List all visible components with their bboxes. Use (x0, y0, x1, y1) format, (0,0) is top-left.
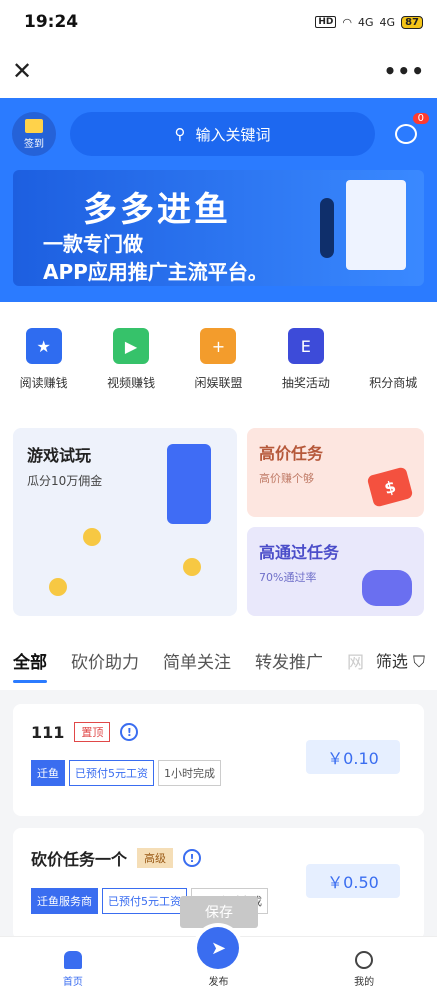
task-tag: 已预付5元工资 (102, 888, 187, 914)
person-illustration (320, 198, 334, 258)
message-icon (395, 124, 417, 144)
tab-share[interactable]: 转发推广 (255, 648, 323, 673)
category-tabs: 全部 砍价助力 简单关注 转发推广 网 筛选 ⛉ (0, 630, 437, 690)
search-placeholder: 输入关键词 (195, 125, 271, 144)
coin-icon (49, 578, 67, 596)
search-input[interactable]: ⚲ 输入关键词 (70, 112, 375, 156)
card-title: 高价任务 (259, 444, 324, 463)
send-icon: ➤ (197, 927, 240, 969)
task-title: 砍价任务一个 (31, 850, 128, 869)
mall-icon (375, 328, 412, 364)
high-pass-card[interactable]: 高通过任务 70%通过率 (247, 527, 424, 616)
search-row: 签到 ⚲ 输入关键词 0 (0, 98, 437, 156)
banner-line2: APP应用推广主流平台。 (43, 260, 268, 284)
more-icon[interactable]: ••• (384, 59, 425, 83)
coin-icon (83, 528, 101, 546)
shortcut-label: 积分商城 (369, 376, 418, 390)
tab-follow[interactable]: 简单关注 (163, 648, 231, 673)
calendar-icon (25, 118, 43, 133)
task-header: 111 置顶 ! (31, 722, 406, 742)
status-bar: 19:24 HD ◠ 4G 4G 87 (0, 0, 437, 44)
hd-icon: HD (315, 16, 337, 28)
task-tag: 迁鱼服务商 (31, 888, 98, 914)
task-title: 111 (31, 722, 65, 742)
tv-icon: ▶ (113, 328, 150, 364)
tab-home[interactable]: 首页 (33, 951, 113, 988)
user-icon (355, 951, 374, 969)
shortcut-label: 视频赚钱 (107, 376, 156, 390)
shortcut-video[interactable]: ▶ 视频赚钱 (91, 328, 171, 420)
close-icon[interactable]: ✕ (12, 57, 32, 85)
card-title: 高通过任务 (259, 543, 340, 562)
filter-button[interactable]: 筛选 ⛉ (369, 648, 425, 672)
task-tag: 迁鱼 (31, 760, 65, 786)
tab-home-label: 首页 (62, 977, 83, 988)
tab-publish[interactable]: ➤ 发布 (178, 927, 258, 988)
status-icons: HD ◠ 4G 4G 87 (315, 15, 423, 29)
signin-label: 签到 (24, 138, 44, 150)
pinned-badge: 置顶 (74, 722, 111, 742)
banner-title: 多多进鱼 (83, 190, 231, 230)
shortcut-leisure[interactable]: + 闲娱联盟 (178, 328, 258, 420)
banner-line1: 一款专门做 (43, 232, 143, 256)
card-column: 高价任务 高价赚个够 $ 高通过任务 70%通过率 (247, 428, 424, 622)
shortcut-label: 闲娱联盟 (194, 376, 243, 390)
gamepad-icon: + (200, 328, 237, 364)
info-icon[interactable]: ! (183, 849, 202, 867)
tab-more[interactable]: 网 (347, 648, 364, 673)
promo-banner[interactable]: 多多进鱼 一款专门做 APP应用推广主流平台。 (13, 170, 424, 286)
task-card[interactable]: 111 置顶 ! 迁鱼 已预付5元工资 1小时完成 ￥0.10 (13, 704, 424, 816)
tab-publish-label: 发布 (208, 977, 229, 988)
task-tag: 1小时完成 (158, 760, 221, 786)
info-icon[interactable]: ! (120, 723, 139, 741)
task-price: ￥0.50 (306, 864, 400, 898)
shortcut-label: 抽奖活动 (281, 376, 330, 390)
message-button[interactable]: 0 (389, 113, 429, 151)
tab-all[interactable]: 全部 (13, 648, 47, 683)
tab-bargain[interactable]: 砍价助力 (71, 648, 139, 673)
bookmark-icon: ★ (25, 328, 62, 364)
filter-icon: ⛉ (412, 652, 425, 671)
bottom-tab-bar: 首页 ➤ 发布 我的 (0, 927, 437, 992)
high-price-card[interactable]: 高价任务 高价赚个够 $ (247, 428, 424, 517)
save-button[interactable]: 保存 (180, 896, 258, 928)
coin-icon (183, 558, 201, 576)
phone-illustration (167, 444, 211, 524)
signal-icon-1: 4G (358, 15, 374, 29)
shortcut-mall[interactable]: 积分商城 (353, 328, 433, 420)
signin-button[interactable]: 签到 (12, 112, 56, 156)
level-badge: 高级 (137, 848, 174, 868)
task-tag: 已预付5元工资 (69, 760, 154, 786)
filter-label: 筛选 (375, 652, 408, 671)
shortcut-read[interactable]: ★ 阅读赚钱 (4, 328, 84, 420)
shortcut-label: 阅读赚钱 (19, 376, 68, 390)
flag-icon: E (287, 328, 324, 364)
search-icon: ⚲ (174, 125, 186, 143)
document-illustration (346, 180, 406, 270)
battery-icon: 87 (401, 15, 423, 29)
task-price: ￥0.10 (306, 740, 400, 774)
shortcut-grid: ★ 阅读赚钱 ▶ 视频赚钱 + 闲娱联盟 E 抽奖活动 积分商城 (0, 302, 437, 420)
wifi-icon: ◠ (342, 15, 353, 29)
game-trial-card[interactable]: 游戏试玩 瓜分10万佣金 (13, 428, 237, 616)
nav-bar: ✕ ••• (0, 44, 437, 98)
shortcut-lottery[interactable]: E 抽奖活动 (266, 328, 346, 420)
tab-me[interactable]: 我的 (324, 951, 404, 988)
feature-cards: 游戏试玩 瓜分10万佣金 高价任务 高价赚个够 $ 高通过任务 70%通过率 (0, 420, 437, 630)
gamepad-icon (362, 570, 412, 606)
message-badge: 0 (412, 113, 429, 124)
status-time: 19:24 (24, 12, 79, 32)
tab-me-label: 我的 (354, 977, 375, 988)
signal-icon-2: 4G (379, 15, 396, 29)
home-icon (63, 951, 82, 969)
hero-header: 签到 ⚲ 输入关键词 0 多多进鱼 一款专门做 APP应用推广主流平台。 (0, 98, 437, 302)
